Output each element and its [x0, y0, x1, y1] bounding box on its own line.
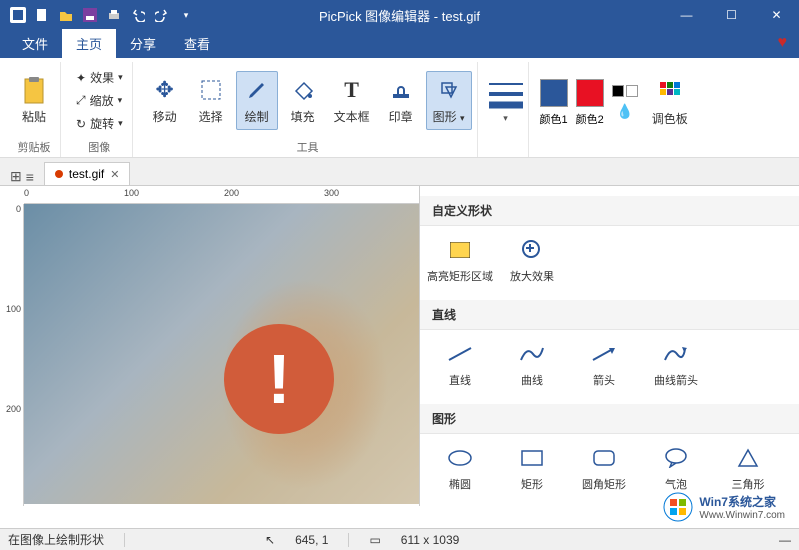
- bucket-icon: [289, 76, 317, 104]
- clipboard-icon: [20, 76, 48, 104]
- minimize-button[interactable]: —: [664, 0, 709, 30]
- redo-icon[interactable]: [154, 7, 170, 23]
- paste-button[interactable]: 粘贴: [13, 72, 55, 129]
- color1-swatch: [540, 79, 568, 107]
- window-controls: — ☐ ✕: [664, 0, 799, 30]
- section-custom: 自定义形状: [420, 196, 799, 226]
- size-icon: ▭: [369, 533, 380, 547]
- ribbon-group-image: ✦效果▾ ⤢缩放▾ ↻旋转▾ 图像: [67, 62, 133, 157]
- section-shape: 图形: [420, 404, 799, 434]
- shapes-icon: [435, 76, 463, 104]
- stamp-icon: [387, 76, 415, 104]
- qat-dropdown-icon[interactable]: ▾: [178, 7, 194, 23]
- open-icon[interactable]: [58, 7, 74, 23]
- effect-button[interactable]: ✦效果▾: [72, 67, 127, 88]
- shape-highlight-rect[interactable]: 高亮矩形区域: [424, 234, 496, 288]
- select-button[interactable]: 选择: [190, 72, 232, 129]
- window-title: PicPick 图像编辑器 - test.gif: [319, 6, 480, 25]
- quick-access-toolbar: ▾: [0, 7, 194, 23]
- ruler-vertical: 0 100 200: [0, 204, 24, 506]
- shape-round-rect[interactable]: 圆角矩形: [568, 442, 640, 496]
- stamp-button[interactable]: 印章: [380, 72, 422, 129]
- document-tab-strip: ⊞ ≡ test.gif ✕: [0, 158, 799, 186]
- grid-view-icon[interactable]: ⊞: [10, 168, 22, 185]
- win7-logo-icon: [663, 492, 693, 522]
- draw-button[interactable]: 绘制: [236, 71, 278, 130]
- wand-icon: ✦: [76, 71, 86, 85]
- image-content: [24, 204, 424, 504]
- shape-line[interactable]: 直线: [424, 338, 496, 392]
- ribbon: 粘贴 剪贴板 ✦效果▾ ⤢缩放▾ ↻旋转▾ 图像 ✥移动 选择 绘制 填充 T文…: [0, 58, 799, 158]
- document-tab[interactable]: test.gif ✕: [44, 162, 131, 185]
- close-tab-icon[interactable]: ✕: [110, 168, 119, 181]
- canvas-area: 0 100 200 300 0 100 200 ! 自定义形状 高亮矩形区域 放…: [0, 186, 799, 506]
- stroke-med-icon[interactable]: [489, 91, 523, 97]
- tab-home[interactable]: 主页: [62, 29, 116, 58]
- zoom-out-button[interactable]: —: [779, 533, 791, 547]
- menu-tabs: 文件 主页 分享 查看 ♥: [0, 30, 799, 58]
- shape-triangle[interactable]: 三角形: [712, 442, 784, 496]
- tab-file[interactable]: 文件: [8, 29, 62, 58]
- titlebar: ▾ PicPick 图像编辑器 - test.gif — ☐ ✕: [0, 0, 799, 30]
- section-line: 直线: [420, 300, 799, 330]
- shape-curve-arrow[interactable]: 曲线箭头: [640, 338, 712, 392]
- shape-rect[interactable]: 矩形: [496, 442, 568, 496]
- status-position: 645, 1: [295, 533, 328, 547]
- ribbon-group-stroke: ▾: [484, 62, 529, 157]
- rotate-button[interactable]: ↻旋转▾: [72, 113, 127, 134]
- color-picker-buttons: 💧: [612, 85, 638, 120]
- shape-bubble[interactable]: 气泡: [640, 442, 712, 496]
- undo-icon[interactable]: [130, 7, 146, 23]
- move-button[interactable]: ✥移动: [144, 72, 186, 129]
- modified-indicator-icon: [55, 170, 63, 178]
- rotate-icon: ↻: [76, 117, 86, 131]
- ribbon-group-colors: 颜色1 颜色2 💧 调色板: [535, 62, 699, 157]
- favorite-icon[interactable]: ♥: [778, 34, 788, 52]
- status-size: 611 x 1039: [401, 533, 460, 547]
- warning-overlay-icon: !: [224, 324, 334, 434]
- shape-curve[interactable]: 曲线: [496, 338, 568, 392]
- resize-button[interactable]: ⤢缩放▾: [72, 90, 127, 111]
- shapes-dropdown-panel: 自定义形状 高亮矩形区域 放大效果 直线 直线 曲线 箭头 曲线箭头 图形 椭圆…: [419, 186, 799, 506]
- color2-button[interactable]: 颜色2: [576, 79, 604, 127]
- shape-arrow[interactable]: 箭头: [568, 338, 640, 392]
- ribbon-group-tools: ✥移动 选择 绘制 填充 T文本框 印章 图形 ▾ 工具: [139, 62, 478, 157]
- status-hint: 在图像上绘制形状: [8, 531, 104, 548]
- shape-magnify[interactable]: 放大效果: [496, 234, 568, 288]
- text-icon: T: [338, 76, 366, 104]
- color1-button[interactable]: 颜色1: [540, 79, 568, 127]
- dropper-icon[interactable]: 💧: [612, 103, 638, 120]
- cursor-icon: ↖: [265, 533, 275, 547]
- save-icon[interactable]: [82, 7, 98, 23]
- move-icon: ✥: [151, 76, 179, 104]
- tab-view[interactable]: 查看: [170, 29, 224, 58]
- watermark: Win7系统之家 Www.Winwin7.com: [657, 490, 791, 524]
- maximize-button[interactable]: ☐: [709, 0, 754, 30]
- resize-icon: ⤢: [76, 93, 86, 108]
- ribbon-group-clipboard: 粘贴 剪贴板: [8, 62, 61, 157]
- fill-button[interactable]: 填充: [282, 72, 324, 129]
- text-button[interactable]: T文本框: [328, 72, 376, 129]
- color2-swatch: [576, 79, 604, 107]
- print-icon[interactable]: [106, 7, 122, 23]
- list-view-icon[interactable]: ≡: [26, 169, 34, 185]
- status-bar: 在图像上绘制形状 ↖ 645, 1 ▭ 611 x 1039 —: [0, 528, 799, 550]
- new-icon[interactable]: [34, 7, 50, 23]
- stroke-thin-icon[interactable]: [489, 81, 523, 87]
- stroke-thick-icon[interactable]: [489, 101, 523, 109]
- close-button[interactable]: ✕: [754, 0, 799, 30]
- shape-ellipse[interactable]: 椭圆: [424, 442, 496, 496]
- shape-button[interactable]: 图形 ▾: [426, 71, 472, 130]
- app-icon: [10, 7, 26, 23]
- tab-share[interactable]: 分享: [116, 29, 170, 58]
- palette-button[interactable]: 调色板: [646, 74, 694, 131]
- palette-icon: [656, 78, 684, 106]
- select-icon: [197, 76, 225, 104]
- pencil-icon: [243, 76, 271, 104]
